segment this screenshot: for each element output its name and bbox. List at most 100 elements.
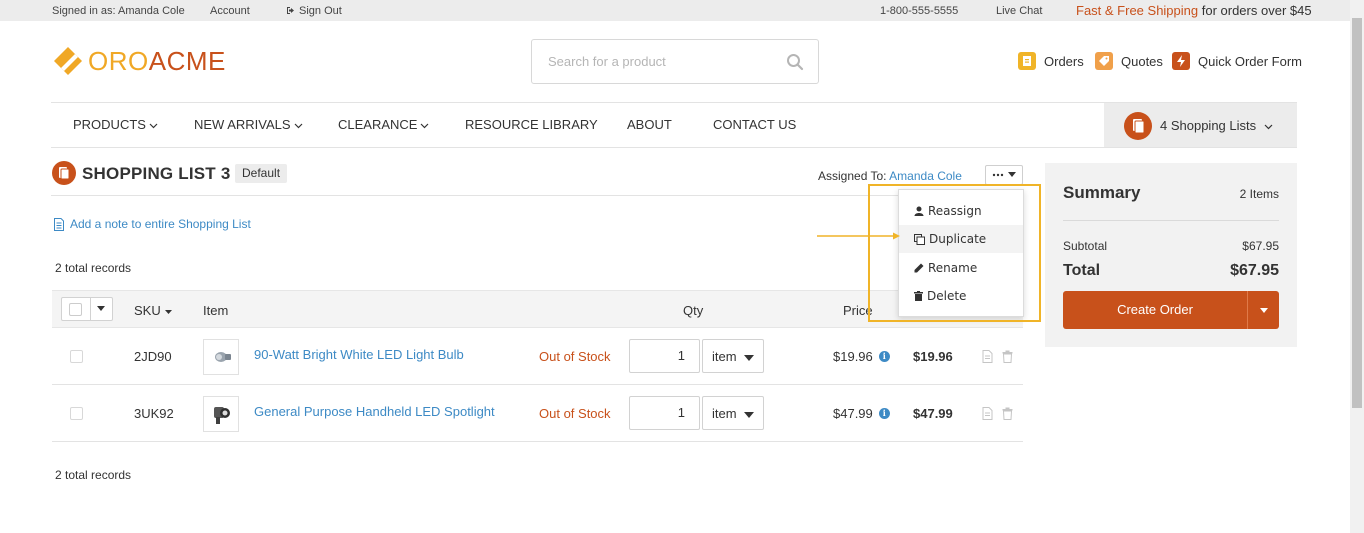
logo-text-oro: ORO [88,46,149,76]
assigned-to: Assigned To: Amanda Cole [818,169,962,183]
caret-down-icon [744,355,754,361]
table-row: 2JD90 90-Watt Bright White LED Light Bul… [52,328,1023,385]
logo-mark-icon [54,47,82,75]
quantity-input[interactable]: 1 [629,339,700,373]
trash-icon[interactable] [1002,350,1013,363]
qty-column-header: Qty [683,303,704,318]
shipping-promo-link[interactable]: Fast & Free Shipping [1076,3,1198,18]
nav-item-contact-us[interactable]: CONTACT US [713,117,796,132]
total-records: 2 total records [55,261,132,275]
search-icon[interactable] [786,53,804,71]
orders-link[interactable]: Orders [1018,52,1084,70]
orders-icon [1018,52,1036,70]
orders-label: Orders [1044,53,1084,69]
stock-status: Out of Stock [539,406,611,421]
shopping-lists-widget[interactable]: 4 Shopping Lists [1104,103,1297,147]
logo-text: OROACME [88,45,226,77]
signed-in-text: Signed in as: Amanda Cole [52,5,185,17]
sku-header-label: SKU [134,303,161,318]
sign-out-link[interactable]: Sign Out [286,5,342,17]
unit-select-value: item [712,406,737,421]
arrow-icon [817,232,900,240]
nav-item-new-arrivals[interactable]: NEW ARRIVALS [194,117,303,132]
shopping-lists-label: 4 Shopping Lists [1160,118,1273,133]
product-thumbnail[interactable] [203,396,239,432]
create-order-dropdown-toggle[interactable] [1247,291,1279,329]
product-thumbnail[interactable] [203,339,239,375]
item-column-header: Item [203,303,229,318]
row-price: $19.96 i [833,349,890,364]
caret-down-icon [1008,172,1017,178]
add-note-link[interactable]: Add a note to entire Shopping List [53,217,251,231]
stock-status: Out of Stock [539,349,611,364]
subtotal-value: $67.95 [1242,239,1279,253]
nav-item-label: CLEARANCE [338,117,418,132]
nav-item-clearance[interactable]: CLEARANCE [338,117,429,132]
summary-title: Summary [1063,183,1141,202]
chevron-down-icon [294,123,302,129]
nav-item-label: NEW ARRIVALS [194,117,291,132]
scrollbar-thumb[interactable] [1352,18,1362,408]
unit-select[interactable]: item [702,339,764,373]
chevron-down-icon [149,123,158,129]
row-price-value: $47.99 [833,406,873,421]
create-order-button[interactable]: Create Order [1063,291,1247,329]
note-icon[interactable] [982,407,993,420]
trash-icon[interactable] [1002,407,1013,420]
assigned-to-name-link[interactable]: Amanda Cole [889,169,962,183]
quotes-link[interactable]: Quotes [1095,52,1163,70]
nav-item-label: PRODUCTS [73,117,146,132]
main-nav: PRODUCTS NEW ARRIVALS CLEARANCE RESOURCE… [51,102,1297,148]
page-title: SHOPPING LIST 3 [82,164,231,183]
shopping-list-icon [1124,112,1152,140]
quotes-label: Quotes [1121,53,1163,69]
assigned-to-label: Assigned To: [818,169,890,183]
quick-order-form-label: Quick Order Form [1198,53,1303,69]
sku-column-header[interactable]: SKU [134,303,172,318]
divider [1063,220,1279,221]
product-name-link[interactable]: 90-Watt Bright White LED Light Bulb [254,347,464,362]
table-row: 3UK92 General Purpose Handheld LED Spotl… [52,385,1023,442]
product-name-link[interactable]: General Purpose Handheld LED Spotlight [254,404,495,419]
row-subtotal: $19.96 [913,349,953,364]
nav-item-resource-library[interactable]: RESOURCE LIBRARY [465,117,598,132]
chevron-down-icon [421,123,429,129]
add-note-label: Add a note to entire Shopping List [70,217,251,231]
info-icon[interactable]: i [878,351,890,362]
row-sku: 2JD90 [134,349,172,364]
total-records: 2 total records [55,468,132,482]
sign-out-label: Sign Out [299,5,342,17]
highlight-box [868,184,1041,322]
search-input[interactable] [548,40,778,83]
caret-down-icon[interactable] [97,306,105,311]
quantity-input[interactable]: 1 [629,396,700,430]
sort-caret-icon [164,309,172,314]
info-icon[interactable]: i [878,408,890,419]
quick-order-form-link[interactable]: Quick Order Form [1172,52,1302,70]
summary-item-count: 2 Items [1239,187,1279,201]
account-link[interactable]: Account [210,5,250,17]
row-checkbox[interactable] [70,350,83,363]
unit-select[interactable]: item [702,396,764,430]
row-checkbox[interactable] [70,407,83,420]
live-chat-link[interactable]: Live Chat [996,5,1042,17]
top-bar: Signed in as: Amanda Cole Account Sign O… [0,0,1350,21]
nav-item-products[interactable]: PRODUCTS [73,117,158,132]
logo[interactable]: OROACME [52,44,226,78]
row-price-value: $19.96 [833,349,873,364]
unit-select-value: item [712,349,737,364]
more-actions-button[interactable] [985,165,1023,185]
chevron-down-icon [1264,124,1273,130]
divider [90,298,91,320]
row-price: $47.99 i [833,406,890,421]
nav-item-about[interactable]: ABOUT [627,117,672,132]
caret-down-icon [744,412,754,418]
note-icon[interactable] [982,350,993,363]
note-icon [54,217,64,231]
select-all-checkbox[interactable] [61,297,113,321]
subtotal-label: Subtotal [1063,239,1108,253]
phone-number: 1-800-555-5555 [880,5,959,17]
search-box [531,39,819,84]
sign-out-icon [287,7,294,14]
checkbox[interactable] [69,303,82,316]
